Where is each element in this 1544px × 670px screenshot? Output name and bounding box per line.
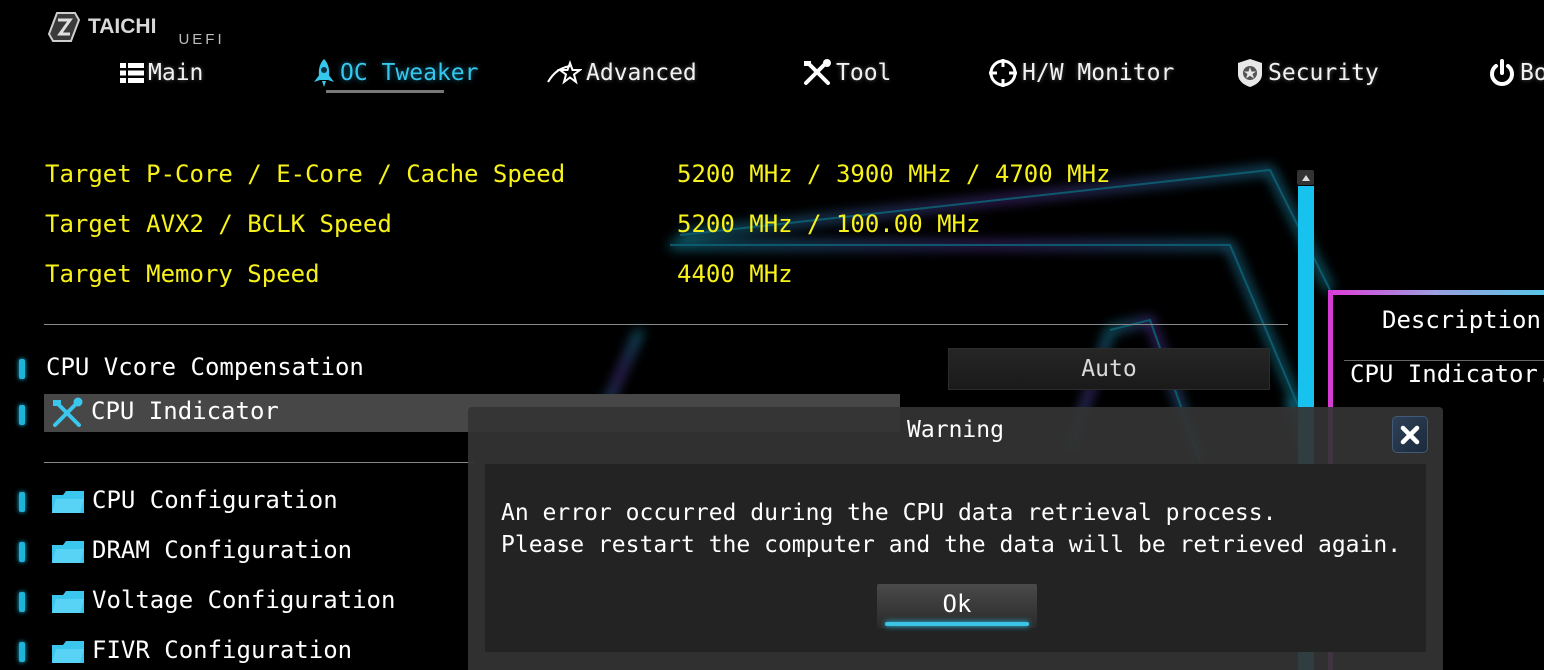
tab-security[interactable]: Security	[1236, 56, 1379, 90]
tab-advanced-label: Advanced	[586, 60, 697, 86]
section-divider	[44, 324, 1288, 325]
ok-button-focus-bar	[885, 622, 1029, 626]
ok-button-label: Ok	[942, 590, 972, 618]
setting-cpu-vcore-compensation[interactable]: CPU Vcore Compensation	[46, 353, 364, 381]
folder-icon	[52, 541, 84, 563]
row-bullet	[19, 542, 25, 562]
setting-dram-configuration[interactable]: DRAM Configuration	[92, 536, 352, 564]
tab-boot-label: Bo	[1520, 60, 1544, 86]
info-label: Target P-Core / E-Core / Cache Speed	[45, 160, 566, 188]
setting-cpu-indicator-label: CPU Indicator	[91, 397, 279, 425]
active-tab-underline	[326, 90, 444, 93]
ok-button[interactable]: Ok	[877, 584, 1037, 628]
tools-icon	[804, 59, 831, 85]
section-divider	[44, 462, 474, 463]
description-text: CPU Indicator.	[1350, 360, 1544, 388]
rocket-icon	[314, 59, 334, 87]
folder-icon	[52, 491, 84, 513]
arrow-up-icon	[1301, 174, 1310, 181]
tools-icon	[53, 397, 83, 427]
shield-badge-icon	[1238, 59, 1262, 87]
scroll-up-button[interactable]	[1297, 170, 1314, 185]
info-label: Target AVX2 / BCLK Speed	[45, 210, 392, 238]
tab-main[interactable]: Main	[120, 56, 203, 90]
info-value: 5200 MHz / 100.00 MHz	[677, 210, 981, 238]
folder-icon	[52, 591, 84, 613]
row-bullet	[19, 405, 25, 425]
row-bullet	[19, 359, 25, 379]
row-bullet	[19, 492, 25, 512]
tab-tool-label: Tool	[836, 60, 892, 86]
info-value: 5200 MHz / 3900 MHz / 4700 MHz	[677, 160, 1111, 188]
dialog-body: An error occurred during the CPU data re…	[485, 464, 1426, 652]
close-icon	[1400, 425, 1420, 444]
row-bullet	[19, 642, 25, 662]
setting-voltage-configuration[interactable]: Voltage Configuration	[92, 586, 395, 614]
description-title: Description	[1382, 306, 1541, 334]
tab-oc-tweaker[interactable]: OC Tweaker	[312, 56, 478, 90]
top-nav: Main OC Tweaker Advanced Tool H/W Monito…	[0, 0, 1544, 100]
row-bullet	[19, 592, 25, 612]
tab-oc-tweaker-label: OC Tweaker	[340, 60, 479, 86]
tab-tool[interactable]: Tool	[802, 56, 891, 90]
tab-hw-monitor-label: H/W Monitor	[1022, 60, 1175, 86]
dialog-title: Warning	[907, 417, 1004, 443]
tab-boot[interactable]: Bo	[1488, 56, 1544, 90]
star-icon	[547, 60, 582, 85]
setting-fivr-configuration[interactable]: FIVR Configuration	[92, 636, 352, 664]
tab-main-label: Main	[148, 60, 204, 86]
power-icon	[1490, 59, 1514, 86]
cpu-vcore-compensation-value[interactable]: Auto	[948, 348, 1270, 390]
dialog-message: An error occurred during the CPU data re…	[501, 500, 1402, 558]
description-border-top	[1328, 290, 1544, 295]
tab-hw-monitor[interactable]: H/W Monitor	[988, 56, 1174, 90]
folder-icon	[52, 641, 84, 663]
list-icon	[120, 63, 144, 83]
crosshair-icon	[989, 59, 1017, 87]
tab-security-label: Security	[1268, 60, 1379, 86]
info-label: Target Memory Speed	[45, 260, 320, 288]
info-value: 4400 MHz	[677, 260, 793, 288]
warning-dialog: Warning An error occurred during the CPU…	[468, 407, 1443, 670]
tab-advanced[interactable]: Advanced	[546, 56, 697, 90]
setting-cpu-configuration[interactable]: CPU Configuration	[92, 486, 338, 514]
dialog-close-button[interactable]	[1392, 416, 1428, 453]
